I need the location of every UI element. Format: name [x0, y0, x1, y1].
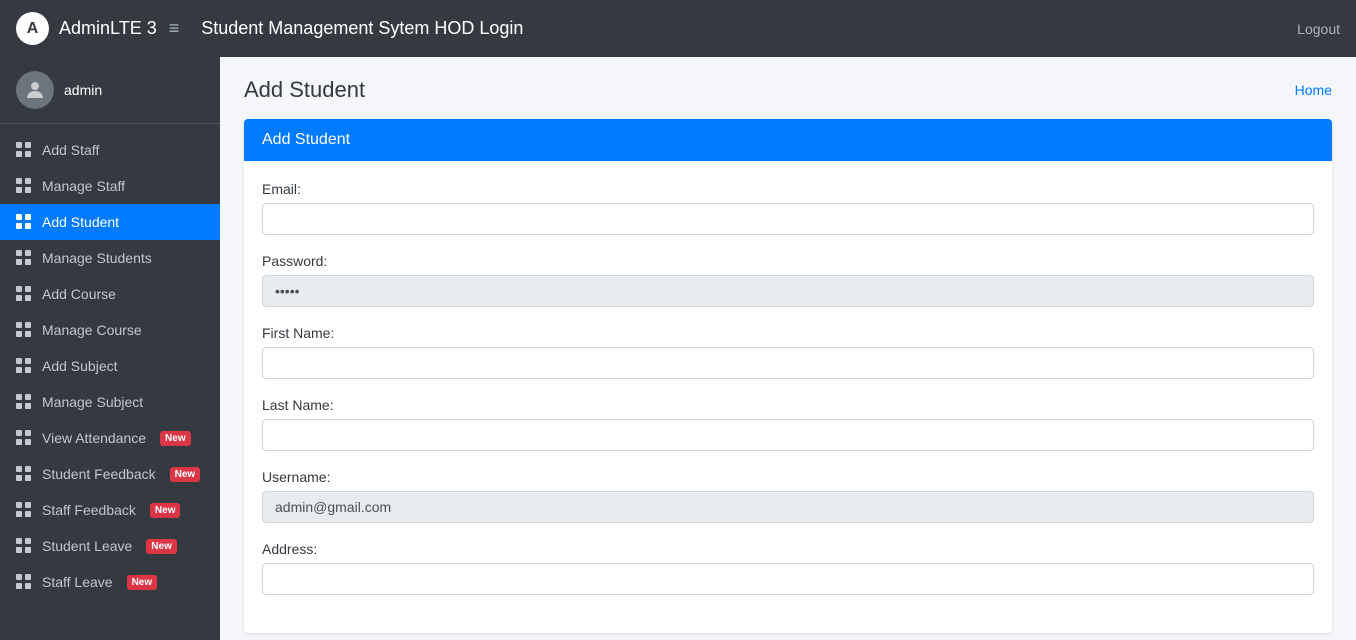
grid-icon — [16, 358, 32, 374]
first-name-field[interactable] — [262, 347, 1314, 379]
first-name-group: First Name: — [262, 325, 1314, 379]
add-student-card: Add Student Email: Password: First Name:… — [244, 119, 1332, 633]
sidebar-item-add-student[interactable]: Add Student — [0, 204, 220, 240]
last-name-field[interactable] — [262, 419, 1314, 451]
sidebar-item-add-course[interactable]: Add Course — [0, 276, 220, 312]
logout-button[interactable]: Logout — [1297, 21, 1340, 37]
sidebar-item-label: Staff Feedback — [42, 502, 136, 518]
sidebar-item-manage-staff[interactable]: Manage Staff — [0, 168, 220, 204]
first-name-label: First Name: — [262, 325, 1314, 341]
email-label: Email: — [262, 181, 1314, 197]
sidebar-nav: Add Staff Manage Staff Add Student Manage S… — [0, 124, 220, 608]
grid-icon — [16, 502, 32, 518]
card-header: Add Student — [244, 119, 1332, 161]
email-field[interactable] — [262, 203, 1314, 235]
sidebar-item-label: Manage Course — [42, 322, 142, 338]
menu-toggle-icon[interactable]: ≡ — [169, 18, 180, 39]
badge-new: New — [170, 467, 201, 482]
sidebar-item-staff-leave[interactable]: Staff Leave New — [0, 564, 220, 600]
sidebar-item-label: Add Subject — [42, 358, 118, 374]
page-title: Add Student — [244, 77, 365, 103]
main-content: Add Student Home Add Student Email: Pass… — [220, 57, 1356, 640]
password-field[interactable] — [262, 275, 1314, 307]
sidebar-item-view-attendance[interactable]: View Attendance New — [0, 420, 220, 456]
navbar-left: A AdminLTE 3 ≡ Student Management Sytem … — [16, 12, 523, 45]
page-header: Add Student Home — [244, 77, 1332, 103]
grid-icon — [16, 322, 32, 338]
username-display: admin — [64, 82, 102, 98]
sidebar-item-staff-feedback[interactable]: Staff Feedback New — [0, 492, 220, 528]
grid-icon — [16, 466, 32, 482]
sidebar-user: admin — [0, 57, 220, 124]
address-field[interactable] — [262, 563, 1314, 595]
card-body: Email: Password: First Name: Last Name: — [244, 161, 1332, 633]
sidebar-item-label: Manage Students — [42, 250, 152, 266]
sidebar-item-label: Student Leave — [42, 538, 132, 554]
sidebar-item-add-staff[interactable]: Add Staff — [0, 132, 220, 168]
password-group: Password: — [262, 253, 1314, 307]
navbar-title: Student Management Sytem HOD Login — [201, 18, 523, 39]
sidebar-item-label: Add Student — [42, 214, 119, 230]
grid-icon — [16, 430, 32, 446]
sidebar: admin Add Staff Manage Staff Add Student Ma… — [0, 57, 220, 640]
brand-name: AdminLTE 3 — [59, 18, 157, 39]
badge-new: New — [150, 503, 181, 518]
username-group: Username: — [262, 469, 1314, 523]
badge-new: New — [127, 575, 158, 590]
layout: admin Add Staff Manage Staff Add Student Ma… — [0, 57, 1356, 640]
sidebar-item-label: View Attendance — [42, 430, 146, 446]
sidebar-item-label: Manage Staff — [42, 178, 125, 194]
grid-icon — [16, 250, 32, 266]
sidebar-item-manage-subject[interactable]: Manage Subject — [0, 384, 220, 420]
username-field[interactable] — [262, 491, 1314, 523]
last-name-group: Last Name: — [262, 397, 1314, 451]
password-label: Password: — [262, 253, 1314, 269]
last-name-label: Last Name: — [262, 397, 1314, 413]
address-group: Address: — [262, 541, 1314, 595]
navbar-brand: A AdminLTE 3 — [16, 12, 157, 45]
address-label: Address: — [262, 541, 1314, 557]
sidebar-item-student-feedback[interactable]: Student Feedback New — [0, 456, 220, 492]
sidebar-item-label: Staff Leave — [42, 574, 113, 590]
sidebar-item-label: Add Course — [42, 286, 116, 302]
grid-icon — [16, 142, 32, 158]
grid-icon — [16, 286, 32, 302]
grid-icon — [16, 394, 32, 410]
breadcrumb-home[interactable]: Home — [1295, 82, 1332, 98]
grid-icon — [16, 178, 32, 194]
navbar: A AdminLTE 3 ≡ Student Management Sytem … — [0, 0, 1356, 57]
sidebar-item-label: Student Feedback — [42, 466, 156, 482]
email-group: Email: — [262, 181, 1314, 235]
sidebar-item-manage-students[interactable]: Manage Students — [0, 240, 220, 276]
brand-logo: A — [16, 12, 49, 45]
grid-icon — [16, 538, 32, 554]
sidebar-item-manage-course[interactable]: Manage Course — [0, 312, 220, 348]
sidebar-item-label: Add Staff — [42, 142, 99, 158]
avatar — [16, 71, 54, 109]
sidebar-item-add-subject[interactable]: Add Subject — [0, 348, 220, 384]
sidebar-item-student-leave[interactable]: Student Leave New — [0, 528, 220, 564]
grid-icon — [16, 214, 32, 230]
sidebar-item-label: Manage Subject — [42, 394, 143, 410]
badge-new: New — [146, 539, 177, 554]
grid-icon — [16, 574, 32, 590]
badge-new: New — [160, 431, 191, 446]
username-label: Username: — [262, 469, 1314, 485]
